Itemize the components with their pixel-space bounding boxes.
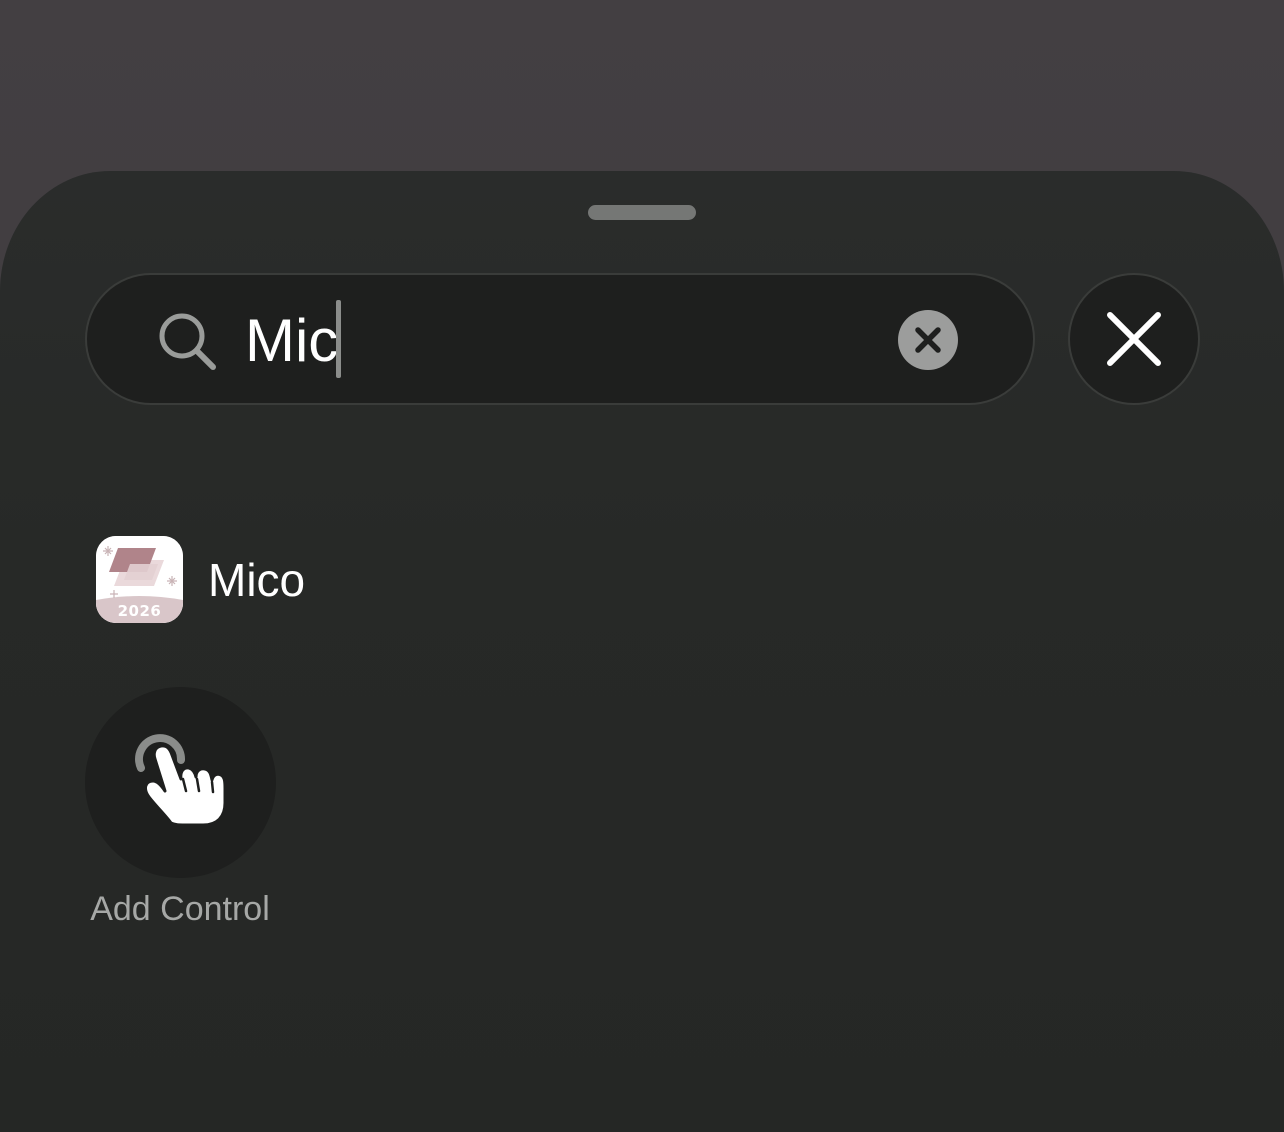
sheet-grabber-handle[interactable]: [588, 205, 696, 220]
clear-search-button[interactable]: [898, 310, 958, 370]
search-input[interactable]: Mic: [245, 305, 338, 377]
hand-tap-icon: [135, 734, 227, 827]
add-control-label: Add Control: [90, 890, 270, 928]
controls-gallery-sheet: Mic 2026 Mico Add Control: [0, 171, 1284, 1132]
app-name-label: Mico: [208, 554, 306, 606]
search-result-item[interactable]: 2026 Mico: [96, 536, 696, 624]
close-button[interactable]: [1068, 273, 1200, 405]
close-x-icon: [1107, 312, 1161, 366]
text-cursor: [336, 300, 341, 378]
add-control-button[interactable]: [85, 687, 276, 878]
search-field[interactable]: Mic: [85, 273, 1035, 405]
mico-app-icon: 2026: [96, 536, 183, 623]
app-icon-badge-text: 2026: [117, 602, 162, 620]
clear-circle-x-icon: [915, 327, 941, 353]
magnifying-glass-icon: [155, 309, 219, 373]
